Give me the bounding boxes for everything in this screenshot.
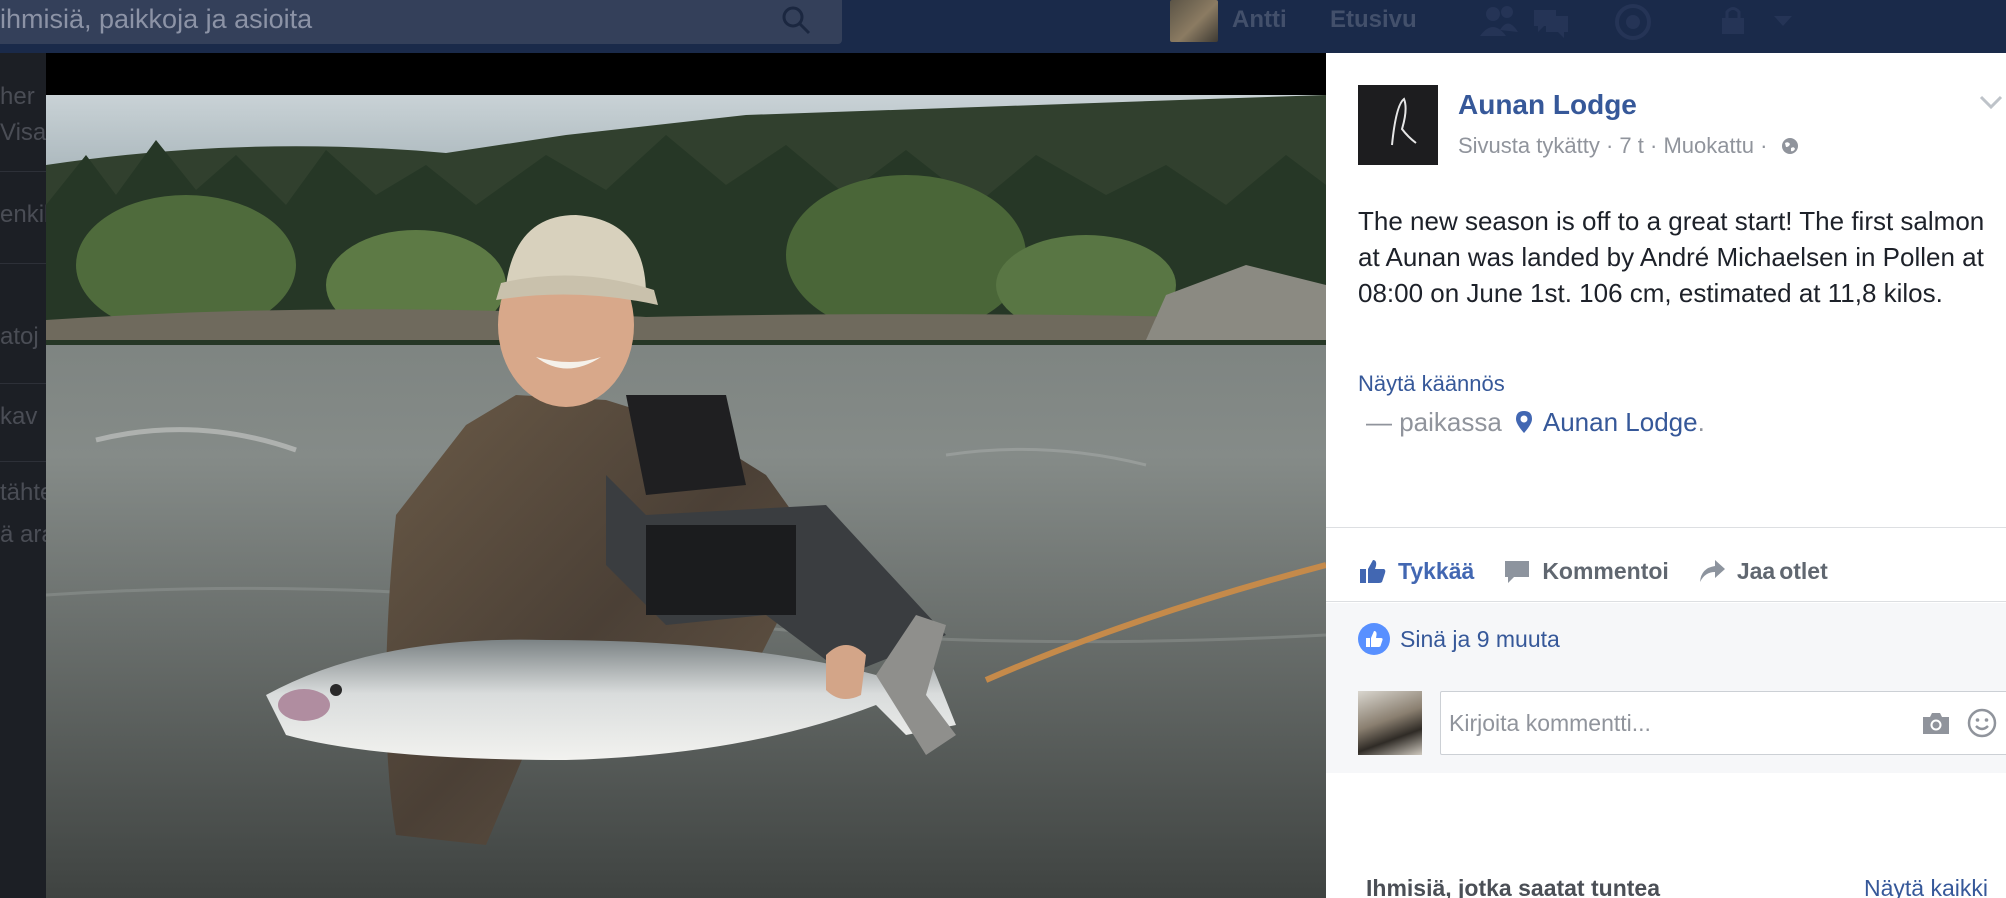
thumbs-up-icon	[1360, 560, 1386, 583]
background-page: her Visai enkil atoj kav tähte ä ara	[0, 53, 46, 898]
search-input[interactable]: ihmisiä, paikkoja ja asioita	[0, 4, 312, 35]
post-text: The new season is off to a great start! …	[1358, 206, 1985, 308]
location-link[interactable]: Aunan Lodge	[1543, 407, 1698, 437]
background-text: her	[0, 83, 35, 110]
share-icon	[1699, 560, 1725, 582]
privacy-lock-icon[interactable]	[1718, 2, 1748, 42]
share-label: Jaa	[1736, 557, 1776, 584]
globe-icon[interactable]	[1780, 136, 1800, 156]
divider	[0, 171, 46, 172]
top-navigation-bar: ihmisiä, paikkoja ja asioita Antti Etusi…	[0, 0, 2006, 53]
comment-label: Kommentoi	[1542, 557, 1669, 584]
photo-viewer	[46, 53, 1326, 898]
commenter-avatar[interactable]	[1358, 691, 1422, 755]
location-pin-icon	[1516, 411, 1533, 433]
salmon-catch-photo[interactable]	[46, 95, 1326, 898]
background-text: atoj	[0, 323, 39, 350]
location-suffix: .	[1697, 407, 1705, 437]
post-details-panel: Aunan Lodge Sivusta tykätty · 7 t · Muok…	[1326, 53, 2006, 898]
see-translation-link[interactable]: Näytä käännös	[1358, 371, 1505, 397]
comment-icon	[1505, 561, 1530, 583]
camera-icon[interactable]	[1921, 710, 1951, 736]
reactions-and-comments: Sinä ja 9 muuta	[1326, 603, 2006, 773]
separator: ·	[1650, 133, 1664, 158]
chevron-down-icon[interactable]	[1978, 93, 2004, 111]
comment-input[interactable]	[1449, 692, 1899, 754]
background-text: enkil	[0, 201, 46, 228]
background-text: kav	[0, 403, 38, 430]
location-prefix: — paikassa	[1366, 407, 1502, 437]
chevron-down-icon[interactable]	[1768, 2, 1798, 42]
share-button[interactable]: Jaa otlet	[1697, 556, 1828, 586]
page-name-link[interactable]: Aunan Lodge	[1458, 89, 1637, 121]
like-label: Tykkää	[1398, 557, 1475, 584]
home-link[interactable]: Etusivu	[1330, 6, 1417, 34]
see-all-link[interactable]: Näytä kaikki	[1864, 875, 1988, 898]
divider	[0, 461, 46, 462]
thumbs-up-icon	[1358, 623, 1390, 655]
edited-label[interactable]: Muokattu	[1663, 133, 1754, 158]
share-extra-text: otlet	[1779, 557, 1828, 584]
divider	[0, 263, 46, 264]
liked-status: Sivusta tykätty	[1458, 133, 1600, 158]
likes-count-text: Sinä ja 9 muuta	[1400, 625, 1560, 652]
background-text: Visai	[0, 119, 46, 146]
likes-summary[interactable]: Sinä ja 9 muuta	[1358, 623, 1560, 655]
background-text: ä ara	[0, 521, 46, 548]
search-icon[interactable]	[780, 4, 812, 36]
notifications-icon[interactable]	[1612, 2, 1654, 42]
messages-icon[interactable]	[1530, 2, 1572, 42]
search-box[interactable]: ihmisiä, paikkoja ja asioita	[0, 0, 842, 44]
post-meta: Sivusta tykätty · 7 t · Muokattu ·	[1458, 133, 1800, 159]
divider	[0, 383, 46, 384]
divider	[1326, 527, 2006, 528]
profile-name-link[interactable]: Antti	[1232, 6, 1287, 34]
background-text: tähte	[0, 479, 46, 506]
comment-button[interactable]: Kommentoi	[1502, 556, 1669, 586]
separator: ·	[1605, 133, 1620, 158]
smile-icon[interactable]	[1967, 708, 1997, 738]
separator: ·	[1760, 133, 1774, 158]
profile-avatar[interactable]	[1170, 0, 1218, 42]
friend-requests-icon[interactable]	[1478, 2, 1520, 42]
comment-box[interactable]	[1440, 691, 2006, 755]
post-time[interactable]: 7 t	[1619, 133, 1643, 158]
location-row: — paikassa Aunan Lodge.	[1366, 407, 1705, 438]
page-logo[interactable]	[1358, 85, 1438, 165]
like-button[interactable]: Tykkää	[1358, 556, 1474, 586]
divider	[1326, 601, 2006, 602]
post-actions: Tykkää Kommentoi Jaa otlet	[1358, 553, 1856, 589]
people-you-may-know-heading: Ihmisiä, jotka saatat tuntea	[1366, 875, 1660, 898]
